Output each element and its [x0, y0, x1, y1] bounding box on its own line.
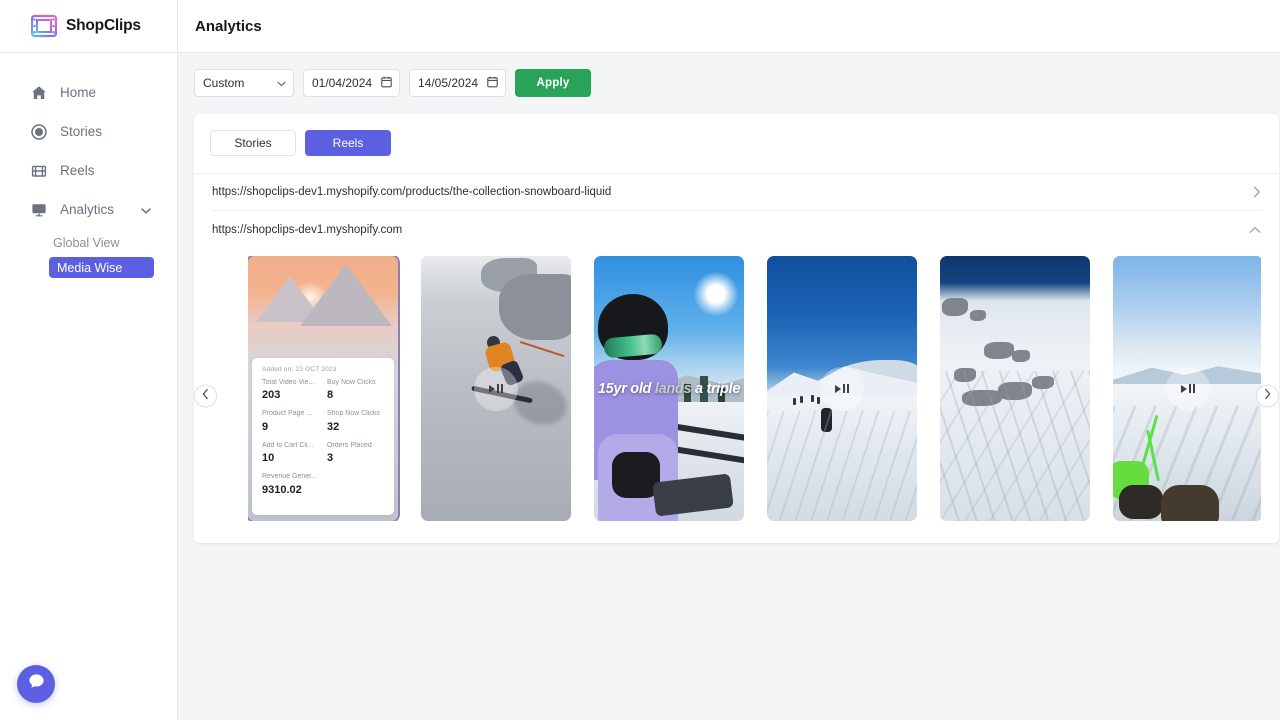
film-strip-icon [31, 14, 57, 38]
stat-value: 10 [262, 452, 275, 465]
stat-added-on: Added on: 23 OCT 2023 [262, 366, 337, 373]
stat-label: Add to Cart Cli... [262, 441, 314, 449]
app-root: ShopClips Home Stories Reels Analytics G… [0, 0, 1280, 720]
caption-post: a triple [691, 381, 741, 397]
sidebar-item-stories[interactable]: Stories [0, 112, 177, 151]
stat-label: Revenue Gener... [262, 473, 317, 481]
start-date-input[interactable]: 01/04/2024 [303, 69, 400, 97]
play-pause-icon[interactable] [474, 366, 518, 411]
chevron-right-icon [1264, 387, 1271, 405]
stat-label: Orders Placed [327, 441, 372, 449]
apply-button[interactable]: Apply [515, 69, 591, 97]
tab-label: Stories [234, 136, 272, 150]
url-text: https://shopclips-dev1.myshopify.com [212, 223, 403, 236]
stat-value: 9310.02 [262, 483, 302, 496]
url-row-expanded[interactable]: https://shopclips-dev1.myshopify.com [212, 211, 1261, 248]
stat-item: Orders Placed 3 [327, 442, 386, 464]
media-thumbnail[interactable] [421, 256, 571, 521]
sidebar: ShopClips Home Stories Reels Analytics G… [0, 0, 178, 720]
sidebar-item-label: Home [60, 85, 97, 100]
caption-highlight: lands [654, 381, 692, 397]
chevron-down-icon[interactable] [141, 202, 151, 217]
stat-label: Total Video Vie... [262, 379, 315, 386]
media-thumbnail[interactable]: 15yr old lands a triple [594, 256, 744, 521]
url-text: https://shopclips-dev1.myshopify.com/pro… [212, 186, 612, 198]
stat-item: Total Video Vie... 203 [262, 379, 321, 401]
page-title: Analytics [195, 17, 262, 35]
stat-label: Product Page ... [262, 410, 313, 418]
stat-value: 203 [262, 389, 281, 402]
sidebar-subnav: Global View Media Wise [0, 232, 177, 278]
sidebar-subitem-label: Global View [53, 236, 120, 250]
caption-pre: 15yr old [597, 381, 655, 397]
media-thumbnail[interactable] [1113, 256, 1261, 521]
carousel-prev-button[interactable] [194, 384, 217, 407]
main-area: Analytics Custom 01/04/2024 14/05/2024 A… [178, 0, 1280, 720]
presentation-chart-icon [31, 202, 47, 218]
stat-label: Buy Now Clicks [327, 379, 376, 386]
sidebar-nav: Home Stories Reels Analytics Global View… [0, 53, 177, 278]
media-thumbnail[interactable] [767, 256, 917, 521]
stat-item: Buy Now Clicks 8 [327, 379, 386, 401]
sidebar-item-media-wise[interactable]: Media Wise [49, 257, 154, 278]
media-thumbnail[interactable] [940, 256, 1090, 521]
media-thumbnail[interactable]: Added on: 23 OCT 2023 Total Video Vie...… [248, 256, 400, 521]
media-type-tabs: Stories Reels [194, 114, 1279, 174]
sidebar-item-global-view[interactable]: Global View [49, 232, 154, 254]
circle-record-icon [31, 123, 47, 140]
sidebar-subitem-label: Media Wise [57, 260, 123, 275]
start-date-value: 01/04/2024 [312, 76, 373, 90]
filter-bar: Custom 01/04/2024 14/05/2024 Apply [194, 69, 1279, 97]
play-pause-icon[interactable] [820, 366, 864, 411]
stat-item: Add to Cart Cli... 10 [262, 442, 321, 464]
stat-value: 8 [327, 389, 334, 402]
sidebar-item-label: Analytics [60, 202, 115, 217]
stat-item-revenue: Revenue Gener... 9310.02 [262, 473, 386, 495]
chevron-up-icon[interactable] [1249, 226, 1261, 234]
sidebar-item-reels[interactable]: Reels [0, 151, 177, 190]
topbar: Analytics [178, 0, 1280, 53]
media-carousel: Added on: 23 OCT 2023 Total Video Vie...… [194, 248, 1279, 543]
chat-widget-button[interactable] [17, 665, 55, 703]
play-pause-icon[interactable] [1166, 366, 1210, 411]
chevron-down-icon [277, 76, 286, 90]
chat-bubble-icon [27, 672, 46, 696]
date-range-value: Custom [203, 76, 245, 90]
stat-grid: Total Video Vie... 203 Buy Now Clicks 8 … [262, 379, 386, 496]
date-range-select[interactable]: Custom [194, 69, 294, 97]
stat-label: Shop Now Clicks [327, 410, 380, 418]
sidebar-item-home[interactable]: Home [0, 73, 177, 112]
stat-item: Shop Now Clicks 32 [327, 410, 386, 432]
end-date-input[interactable]: 14/05/2024 [409, 69, 506, 97]
chevron-left-icon [202, 387, 209, 405]
stat-item: Product Page ... 9 [262, 410, 321, 432]
stat-value: 9 [262, 420, 269, 433]
thumbnail-image [940, 256, 1090, 521]
tab-stories[interactable]: Stories [210, 130, 296, 156]
end-date-value: 14/05/2024 [418, 76, 479, 90]
thumbnail-image: 15yr old lands a triple [594, 256, 744, 521]
content: Custom 01/04/2024 14/05/2024 Apply Stori… [178, 53, 1280, 559]
tab-reels[interactable]: Reels [305, 130, 391, 156]
sidebar-item-analytics[interactable]: Analytics [0, 190, 177, 229]
url-row-collapsed[interactable]: https://shopclips-dev1.myshopify.com/pro… [212, 174, 1261, 211]
carousel-track: Added on: 23 OCT 2023 Total Video Vie...… [248, 256, 1261, 521]
calendar-icon[interactable] [381, 76, 392, 91]
brand[interactable]: ShopClips [0, 0, 177, 53]
home-icon [31, 85, 47, 101]
media-stats-overlay: Added on: 23 OCT 2023 Total Video Vie...… [252, 358, 394, 515]
analytics-card: Stories Reels https://shopclips-dev1.mys… [194, 114, 1279, 543]
stat-value: 3 [327, 452, 334, 465]
brand-name: ShopClips [66, 17, 141, 34]
stat-value: 32 [327, 420, 340, 433]
chevron-right-icon[interactable] [1253, 186, 1261, 198]
tab-label: Reels [332, 136, 364, 150]
film-clapper-icon [31, 163, 47, 179]
calendar-icon[interactable] [487, 76, 498, 91]
carousel-next-button[interactable] [1256, 384, 1279, 407]
thumbnail-caption: 15yr old lands a triple [594, 381, 744, 397]
sidebar-item-label: Reels [60, 163, 95, 178]
sidebar-item-label: Stories [60, 124, 103, 139]
